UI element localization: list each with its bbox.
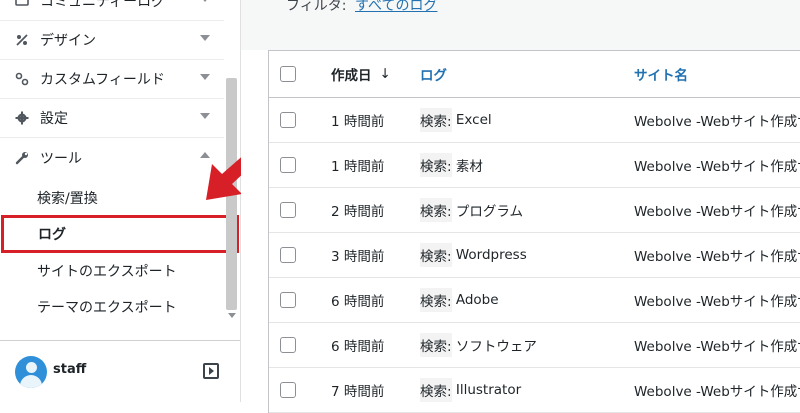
wrench-icon — [14, 150, 30, 166]
cell-date: 2 時間前 — [331, 204, 385, 220]
log-term: Adobe — [455, 292, 499, 308]
cell-site: Webolve -Webサイト作成サ — [634, 114, 800, 130]
filter-bar: フィルタ: すべてのログ — [241, 0, 800, 50]
sidebar-item-label: カスタムフィールド — [40, 71, 165, 88]
community-icon — [14, 0, 30, 9]
collapse-menu-button[interactable] — [203, 363, 219, 379]
cell-log: 検索: Illustrator — [420, 368, 521, 412]
log-term: Excel — [455, 112, 492, 128]
cell-site: Webolve -Webサイト作成サ — [634, 384, 800, 400]
cell-date: 3 時間前 — [331, 249, 385, 265]
cell-log: 検索: Wordpress — [420, 233, 527, 277]
column-header-date-label: 作成日 — [331, 68, 372, 84]
chevron-down-icon — [200, 74, 210, 80]
log-term: 素材 — [455, 159, 483, 175]
sidebar-item-design[interactable]: デザイン — [0, 20, 224, 60]
sidebar-item-label: ツール — [40, 151, 82, 167]
filter-label: フィルタ: — [286, 0, 347, 14]
log-term: プログラム — [455, 204, 523, 220]
table-row: 3 時間前 検索: Wordpress Webolve -Webサイト作成サ — [269, 233, 800, 278]
sidebar-item-label: コミュニティーログ — [40, 0, 166, 10]
custom-field-icon — [14, 71, 30, 87]
chevron-down-icon — [200, 35, 210, 41]
avatar[interactable] — [15, 356, 47, 388]
log-table: 作成日 ↓ ログ サイト名 1 時間前 検索: Excel Webolve -We… — [268, 50, 800, 413]
row-checkbox[interactable] — [280, 292, 296, 308]
table-row: 6 時間前 検索: ソフトウェア Webolve -Webサイト作成サ — [269, 323, 800, 368]
main-content: フィルタ: すべてのログ 作成日 ↓ ログ サイト名 1 時間前 検索: Exce… — [241, 0, 800, 413]
sidebar-item-settings[interactable]: 設定 — [0, 98, 224, 138]
sidebar-item-label: 設定 — [40, 110, 68, 127]
row-checkbox[interactable] — [280, 382, 296, 398]
sidebar-item-custom-fields[interactable]: カスタムフィールド — [0, 59, 224, 99]
chevron-down-icon — [200, 113, 210, 119]
submenu-item-log[interactable]: ログ — [1, 215, 239, 253]
submenu-item-theme-export[interactable]: テーマのエクスポート — [0, 289, 224, 325]
cell-date: 1 時間前 — [331, 114, 385, 130]
cell-site: Webolve -Webサイト作成サ — [634, 339, 800, 355]
log-prefix: 検索: — [420, 198, 452, 222]
row-checkbox[interactable] — [280, 112, 296, 128]
log-term: ソフトウェア — [455, 339, 537, 355]
cell-date: 6 時間前 — [331, 339, 385, 355]
log-prefix: 検索: — [420, 378, 452, 402]
table-row: 7 時間前 検索: Illustrator Webolve -Webサイト作成サ — [269, 368, 800, 413]
filter-all-logs-link[interactable]: すべてのログ — [355, 0, 437, 15]
cell-log: 検索: Adobe — [420, 278, 499, 322]
cell-log: 検索: ソフトウェア — [420, 323, 537, 367]
log-prefix: 検索: — [420, 153, 452, 177]
log-prefix: 検索: — [420, 243, 452, 267]
sidebar-item-community[interactable]: コミュニティーログ — [0, 0, 224, 21]
cell-site: Webolve -Webサイト作成サ — [634, 204, 800, 220]
scroll-down-arrow-icon[interactable] — [228, 313, 236, 318]
sort-down-icon: ↓ — [379, 66, 391, 82]
row-checkbox[interactable] — [280, 157, 296, 173]
user-name: staff — [53, 362, 87, 377]
column-header-date[interactable]: 作成日 ↓ — [331, 51, 391, 97]
table-row: 2 時間前 検索: プログラム Webolve -Webサイト作成サ — [269, 188, 800, 233]
chevron-down-icon — [200, 0, 210, 2]
table-row: 1 時間前 検索: 素材 Webolve -Webサイト作成サ — [269, 143, 800, 188]
table-row: 6 時間前 検索: Adobe Webolve -Webサイト作成サ — [269, 278, 800, 323]
submenu-item-search-replace[interactable]: 検索/置換 — [0, 180, 224, 216]
cell-log: 検索: Excel — [420, 98, 492, 142]
select-all-checkbox[interactable] — [280, 66, 296, 82]
cell-log: 検索: プログラム — [420, 188, 523, 232]
cell-date: 7 時間前 — [331, 384, 385, 400]
row-checkbox[interactable] — [280, 247, 296, 263]
log-prefix: 検索: — [420, 288, 452, 312]
cell-date: 1 時間前 — [331, 159, 385, 175]
cell-site: Webolve -Webサイト作成サ — [634, 294, 800, 310]
column-header-log[interactable]: ログ — [420, 51, 447, 97]
cell-log: 検索: 素材 — [420, 143, 483, 187]
cell-date: 6 時間前 — [331, 294, 385, 310]
log-prefix: 検索: — [420, 333, 452, 357]
log-term: Illustrator — [455, 382, 522, 398]
row-checkbox[interactable] — [280, 337, 296, 353]
user-bar: staff — [0, 340, 240, 403]
log-term: Wordpress — [455, 247, 527, 263]
log-prefix: 検索: — [420, 108, 452, 132]
sidebar-item-label: デザイン — [40, 32, 96, 49]
submenu-item-site-export[interactable]: サイトのエクスポート — [0, 253, 224, 289]
sidebar-item-tools[interactable]: ツール — [0, 138, 224, 178]
cell-site: Webolve -Webサイト作成サ — [634, 159, 800, 175]
cell-site: Webolve -Webサイト作成サ — [634, 249, 800, 265]
row-checkbox[interactable] — [280, 202, 296, 218]
design-icon — [14, 32, 30, 48]
column-header-site[interactable]: サイト名 — [634, 51, 688, 97]
table-row: 1 時間前 検索: Excel Webolve -Webサイト作成サ — [269, 98, 800, 143]
table-header-row: 作成日 ↓ ログ サイト名 — [269, 51, 800, 98]
gear-icon — [14, 110, 30, 126]
